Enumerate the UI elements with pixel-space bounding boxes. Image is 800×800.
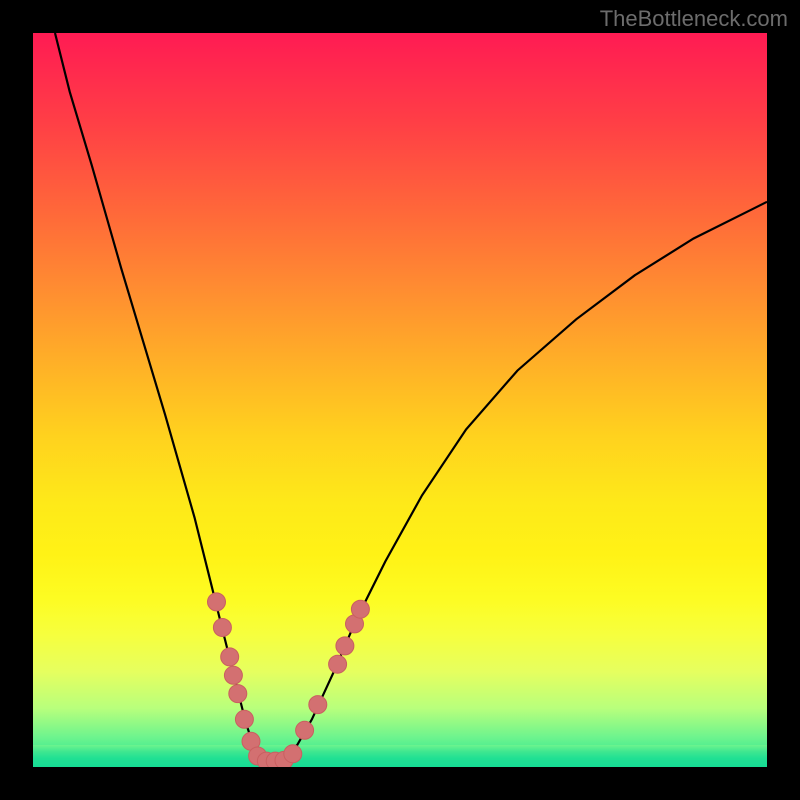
data-marker — [229, 685, 247, 703]
data-markers — [208, 593, 370, 767]
watermark-text: TheBottleneck.com — [600, 6, 788, 32]
curve-layer — [33, 33, 767, 767]
data-marker — [309, 696, 327, 714]
data-marker — [296, 721, 314, 739]
plot-area — [33, 33, 767, 767]
data-marker — [336, 637, 354, 655]
data-marker — [235, 710, 253, 728]
data-marker — [284, 745, 302, 763]
data-marker — [224, 666, 242, 684]
data-marker — [221, 648, 239, 666]
data-marker — [351, 600, 369, 618]
chart-frame: TheBottleneck.com — [0, 0, 800, 800]
data-marker — [208, 593, 226, 611]
data-marker — [329, 655, 347, 673]
bottleneck-curve — [55, 33, 767, 761]
data-marker — [213, 619, 231, 637]
